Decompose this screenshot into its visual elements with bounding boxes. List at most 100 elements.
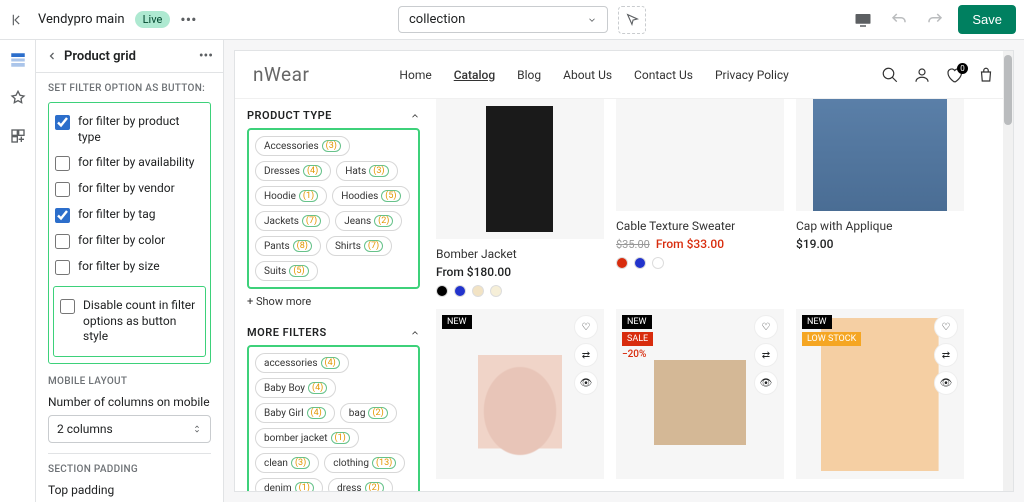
color-swatch[interactable] (634, 257, 646, 269)
product-card[interactable]: NEW♡⇄👁 (436, 309, 604, 479)
pill-label: bag (349, 408, 366, 419)
account-icon[interactable] (913, 66, 931, 84)
filter-group-toggle[interactable]: PRODUCT TYPE (247, 103, 420, 128)
filter-pill[interactable]: dress(2) (328, 478, 393, 491)
filter-group-toggle[interactable]: MORE FILTERS (247, 320, 420, 345)
color-swatch[interactable] (472, 285, 484, 297)
rail-theme-settings[interactable] (6, 86, 30, 110)
checkbox-filter-3[interactable]: for filter by tag (53, 202, 206, 228)
nav-link[interactable]: About Us (563, 68, 612, 82)
mobile-cols-select[interactable]: 2 columns (48, 415, 211, 443)
exit-editor-button[interactable] (8, 10, 28, 30)
product-image[interactable]: NEW♡⇄👁 (436, 309, 604, 479)
checkbox-input[interactable] (55, 208, 70, 223)
filter-pill[interactable]: Accessories(3) (255, 136, 350, 156)
product-image[interactable]: NEWSALE−20%♡⇄👁 (616, 309, 784, 479)
preview-scrollbar[interactable] (1003, 51, 1013, 491)
preview-frame: nWear Home Catalog Blog About Us Contact Us P… (234, 50, 1014, 492)
compare-btn[interactable]: ⇄ (934, 343, 958, 367)
product-image[interactable] (436, 99, 604, 239)
search-icon[interactable] (881, 66, 899, 84)
scrollbar-thumb[interactable] (1004, 55, 1012, 125)
rail-app-embeds[interactable] (6, 124, 30, 148)
checkbox-filter-1[interactable]: for filter by availability (53, 150, 206, 176)
product-card[interactable]: Bomber JacketFrom $180.00 (436, 99, 604, 297)
color-swatch[interactable] (652, 257, 664, 269)
checkbox-input[interactable] (55, 234, 70, 249)
product-card[interactable]: Cap with Applique$19.00 (796, 99, 964, 297)
product-card[interactable]: Cable Texture Sweater$35.00From $33.00 (616, 99, 784, 297)
pill-label: Pants (264, 241, 290, 252)
filter-pill[interactable]: Dresses(4) (255, 161, 331, 181)
filter-pill[interactable]: Suits(5) (255, 261, 318, 281)
checkbox-filter-2[interactable]: for filter by vendor (53, 176, 206, 202)
nav-link[interactable]: Catalog (454, 68, 495, 82)
compare-btn[interactable]: ⇄ (754, 343, 778, 367)
nav-link[interactable]: Contact Us (634, 68, 693, 82)
color-swatch[interactable] (490, 285, 502, 297)
filter-pill[interactable]: Baby Boy(4) (255, 378, 336, 398)
redo-button[interactable] (922, 7, 948, 33)
filter-pill[interactable]: accessories(4) (255, 353, 349, 373)
product-card[interactable]: NEWSALE−20%♡⇄👁 (616, 309, 784, 479)
filter-group-more-filters: MORE FILTERS accessories(4) Baby Boy(4) Ba… (247, 320, 420, 491)
checkbox-input[interactable] (55, 115, 70, 130)
store-logo[interactable]: nWear (253, 63, 309, 86)
back-icon[interactable] (46, 50, 58, 62)
checkbox-filter-4[interactable]: for filter by color (53, 228, 206, 254)
filter-pill[interactable]: bag(2) (340, 403, 397, 423)
wishlist-btn[interactable]: ♡ (754, 315, 778, 339)
wishlist-btn[interactable]: ♡ (574, 315, 598, 339)
filter-pill[interactable]: Hats(3) (336, 161, 397, 181)
checkbox-input[interactable] (55, 156, 70, 171)
compare-btn[interactable]: ⇄ (574, 343, 598, 367)
inspector-toggle[interactable] (618, 6, 646, 34)
quickview-btn[interactable]: 👁 (574, 371, 598, 395)
checkbox-filter-0[interactable]: for filter by product type (53, 109, 206, 150)
filter-pill[interactable]: Hoodie(1) (255, 186, 327, 206)
product-image[interactable] (616, 99, 784, 211)
swatch-row (436, 285, 604, 297)
filter-pill[interactable]: Hoodies(5) (332, 186, 409, 206)
filter-pill[interactable]: Pants(8) (255, 236, 321, 256)
color-swatch[interactable] (616, 257, 628, 269)
topbar-left: Vendypro main Live ••• (8, 10, 398, 30)
show-more-link[interactable]: + Show more (247, 295, 420, 308)
undo-button[interactable] (886, 7, 912, 33)
quickview-btn[interactable]: 👁 (934, 371, 958, 395)
nav-link[interactable]: Blog (517, 68, 541, 82)
filter-pill[interactable]: Jeans(2) (335, 211, 402, 231)
color-swatch[interactable] (436, 285, 448, 297)
panel-more-button[interactable]: ••• (199, 48, 213, 64)
divider (48, 453, 211, 454)
wishlist-btn[interactable]: ♡ (934, 315, 958, 339)
filter-pill[interactable]: Baby Girl(4) (255, 403, 335, 423)
filter-pill[interactable]: Shirts(7) (326, 236, 392, 256)
project-more-button[interactable]: ••• (180, 10, 196, 29)
color-swatch[interactable] (454, 285, 466, 297)
quickview-btn[interactable]: 👁 (754, 371, 778, 395)
product-image[interactable] (796, 99, 964, 211)
page-selector[interactable]: collection (398, 6, 608, 33)
product-name: Bomber Jacket (436, 247, 604, 261)
filter-pill[interactable]: bomber jacket(1) (255, 428, 359, 448)
checkbox-disable-count[interactable]: Disable count in filter options as butto… (58, 293, 201, 350)
save-button[interactable]: Save (958, 5, 1016, 34)
desktop-view-button[interactable] (850, 7, 876, 33)
checkbox-input[interactable] (55, 260, 70, 275)
filter-pill[interactable]: denim(1) (255, 478, 323, 491)
product-image[interactable]: NEWLOW STOCK♡⇄👁 (796, 309, 964, 479)
nav-link[interactable]: Home (399, 68, 431, 82)
wishlist-icon[interactable]: 0 (945, 66, 963, 84)
filter-pill[interactable]: clothing(13) (324, 453, 405, 473)
page-selector-value: collection (409, 12, 465, 27)
filter-pill[interactable]: clean(3) (255, 453, 319, 473)
product-card[interactable]: NEWLOW STOCK♡⇄👁 (796, 309, 964, 479)
checkbox-filter-5[interactable]: for filter by size (53, 254, 206, 280)
checkbox-input[interactable] (55, 182, 70, 197)
filter-pill[interactable]: Jackets(7) (255, 211, 330, 231)
checkbox-input[interactable] (60, 299, 75, 314)
nav-link[interactable]: Privacy Policy (715, 68, 789, 82)
cart-icon[interactable] (977, 66, 995, 84)
rail-sections[interactable] (6, 48, 30, 72)
